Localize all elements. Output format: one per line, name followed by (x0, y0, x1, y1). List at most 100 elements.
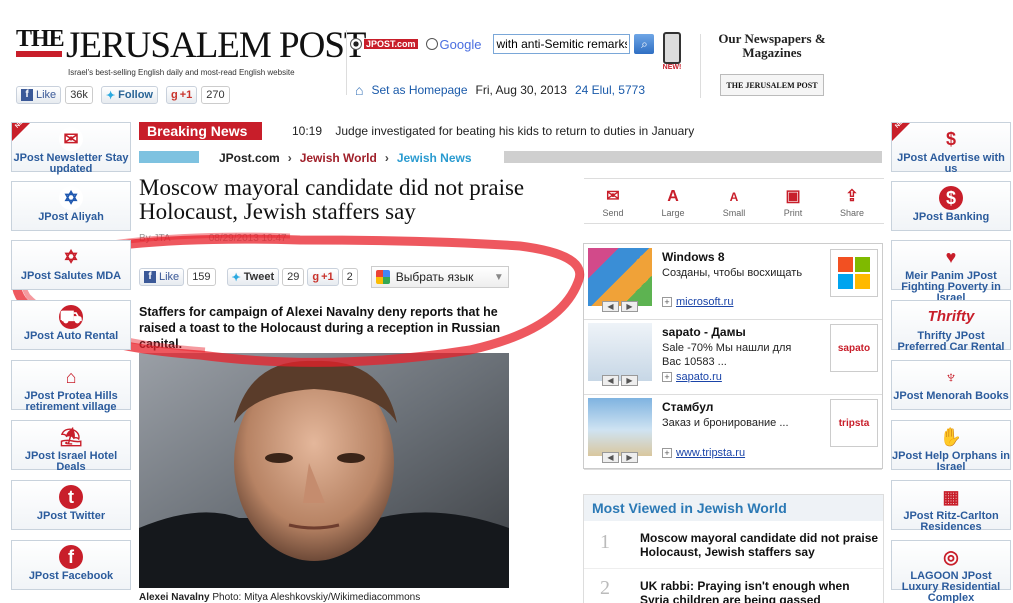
ad-link-text: microsoft.ru (676, 296, 734, 308)
sidebar-item-bank[interactable]: $ JPost Banking (891, 181, 1011, 231)
article-gplus-button[interactable]: g +1 (307, 268, 339, 286)
sidebar-item-beach-chair[interactable]: ⛱ JPost Israel Hotel Deals (11, 420, 131, 473)
google-plus-button[interactable]: g +1 (165, 86, 198, 104)
thrifty-logo: Thrifty (927, 308, 975, 325)
mobile-app-link[interactable]: NEW! (660, 32, 684, 76)
article-photo[interactable] (139, 353, 509, 588)
home-icon: ⌂ (355, 82, 364, 98)
logo-the: THE (16, 26, 65, 52)
most-viewed-title: Most Viewed in Jewish World (584, 495, 883, 521)
sidebar-item-facebook[interactable]: f JPost Facebook (11, 540, 131, 590)
sidebar-item-star-of-david[interactable]: ✡ JPost Salutes MDA (11, 240, 131, 290)
tool-label: Large (661, 208, 685, 218)
site-logo[interactable]: THE JERUSALEM POST Israel's best-selling… (16, 25, 367, 82)
tool-large-button[interactable]: A Large (647, 186, 699, 218)
newspapers-logo: THE JERUSALEM POST (726, 80, 818, 90)
newspapers-thumbnail[interactable]: THE JERUSALEM POST (720, 74, 824, 96)
search-input[interactable] (493, 34, 631, 54)
google-translate-icon (375, 270, 390, 284)
breadcrumb-item-jpost[interactable]: JPost.com (219, 151, 280, 165)
envelope-icon: ✉ (59, 127, 83, 151)
ad-item[interactable]: ◀ ▶ Windows 8 Созданы, чтобы восхищать + micr… (584, 245, 882, 320)
tool-print-button[interactable]: ▣ Print (767, 186, 819, 218)
ad-nav-arrows[interactable]: ◀ ▶ (602, 452, 640, 463)
sidebar-item-dollar[interactable]: NEW $ JPost Advertise with us (891, 116, 1011, 175)
sidebar-item-twitter[interactable]: t JPost Twitter (11, 480, 131, 530)
windows-logo (830, 249, 878, 297)
chevron-right-icon[interactable]: ▶ (621, 452, 638, 463)
ad-nav-arrows[interactable]: ◀ ▶ (602, 301, 640, 312)
tool-label: Small (722, 208, 746, 218)
breaking-news-ticker[interactable]: 10:19 Judge investigated for beating his… (292, 124, 694, 138)
radio-google[interactable] (425, 38, 438, 50)
translate-select[interactable]: Выбрать язык ▼ (370, 266, 509, 288)
tool-share-button[interactable]: ⇪ Share (826, 186, 878, 218)
search-button[interactable]: ⌕ (634, 34, 655, 54)
ad-link[interactable]: + microsoft.ru (662, 296, 733, 308)
date-row: ⌂ Set as Homepage Fri, Aug 30, 2013 24 E… (355, 82, 645, 98)
car-icon: ⛟ (59, 305, 83, 329)
tweet-button[interactable]: ✦ Tweet (226, 268, 280, 286)
sidebar-item-houses[interactable]: ⌂ JPost Protea Hills retirement village (11, 360, 131, 413)
ad-item[interactable]: ◀ ▶ sapato - Дамы Sale -70% Мы нашли для Ва… (584, 320, 882, 395)
ad-link[interactable]: + www.tripsta.ru (662, 447, 745, 459)
gplus-icon: g (312, 271, 320, 283)
facebook-like-button[interactable]: f Like (16, 86, 62, 104)
article-social-bar: f Like 159 ✦ Tweet 29 g +1 2 Выбрать язык ▼ (139, 266, 509, 288)
ad-item[interactable]: ◀ ▶ Стамбул Заказ и бронирование ... + www.tr… (584, 395, 882, 470)
chevron-left-icon[interactable]: ◀ (602, 301, 619, 312)
houses-icon: ⌂ (65, 367, 77, 387)
sidebar-item-building[interactable]: ▦ JPost Ritz-Carlton Residences (891, 480, 1011, 533)
ad-description: Заказ и бронирование ... (662, 417, 789, 429)
ad-nav-arrows[interactable]: ◀ ▶ (602, 375, 640, 386)
tool-small-button[interactable]: A Small (708, 186, 760, 218)
tool-label: Share (839, 208, 865, 218)
breadcrumb-separator: › (384, 151, 389, 165)
chevron-right-icon[interactable]: ▶ (621, 301, 638, 312)
sidebar-item-label: JPost Protea Hills retirement village (24, 390, 118, 413)
twitter-icon: t (59, 485, 83, 509)
chevron-down-icon: ▼ (493, 271, 504, 283)
sidebar-item-hand[interactable]: ✋ JPost Help Orphans in Israel (891, 420, 1011, 473)
sidebar-item-meir-panim[interactable]: ♥ Meir Panim JPost Fighting Poverty in Is… (891, 240, 1011, 304)
most-viewed-item[interactable]: 2 UK rabbi: Praying isn't enough when Sy… (584, 569, 883, 603)
chevron-left-icon[interactable]: ◀ (602, 375, 619, 386)
sidebar-item-lagoon[interactable]: ◎ LAGOON JPost Luxury Residential Complex (891, 540, 1011, 603)
windows-tiles-icon (838, 257, 870, 289)
chevron-left-icon[interactable]: ◀ (602, 452, 619, 463)
our-newspapers-title: Our Newspapers & Magazines (718, 31, 826, 60)
ad-title: Windows 8 (662, 250, 725, 264)
ad-link[interactable]: + sapato.ru (662, 371, 722, 383)
sidebar-item-car[interactable]: ⛟ JPost Auto Rental (11, 300, 131, 350)
most-viewed-num: 1 (600, 531, 610, 553)
most-viewed-text: Moscow mayoral candidate did not praise … (640, 531, 879, 559)
breadcrumb-item-jewish-world[interactable]: Jewish World (300, 151, 377, 165)
search-area: JPOST.com Google ⌕ (350, 34, 655, 54)
set-homepage-link[interactable]: Set as Homepage (371, 83, 467, 97)
article-gplus-label: +1 (321, 271, 334, 283)
article-like-button[interactable]: f Like (139, 268, 185, 286)
radio-jpost[interactable] (350, 38, 362, 50)
twitter-bird-icon: ✦ (231, 271, 241, 284)
most-viewed-item[interactable]: 1 Moscow mayoral candidate did not prais… (584, 521, 883, 569)
sidebar-item-thrifty[interactable]: Thrifty Thrifty JPost Preferred Car Renta… (891, 300, 1011, 353)
sidebar-item-label: JPost Help Orphans in Israel (892, 450, 1010, 473)
header-divider (346, 30, 347, 95)
sapato: sapato (830, 324, 878, 372)
sidebar-item-label: JPost Newsletter Stay updated (13, 152, 129, 175)
sidebar-item-menorah[interactable]: ♆ JPost Menorah Books (891, 360, 1011, 410)
tweet-label: Tweet (243, 271, 275, 283)
sidebar-item-israel-flag[interactable]: ✡ JPost Aliyah (11, 181, 131, 231)
chevron-right-icon[interactable]: ▶ (621, 375, 638, 386)
ad-image (588, 398, 652, 456)
twitter-follow-button[interactable]: ✦ Follow (100, 86, 158, 104)
dollar-icon: $ (945, 129, 956, 149)
ad-title: sapato - Дамы (662, 325, 746, 339)
tool-send-button[interactable]: ✉ Send (587, 186, 639, 218)
article-gplus-count: 2 (341, 268, 358, 286)
breadcrumb-item-jewish-news[interactable]: Jewish News (397, 151, 472, 165)
follow-label: Follow (118, 89, 153, 101)
hand-icon: ✋ (939, 427, 963, 447)
sidebar-item-envelope[interactable]: NEW ✉ JPost Newsletter Stay updated (11, 116, 131, 175)
caption-credit: Photo: Mitya Aleshkovskiy/Wikimediacommo… (212, 592, 421, 603)
